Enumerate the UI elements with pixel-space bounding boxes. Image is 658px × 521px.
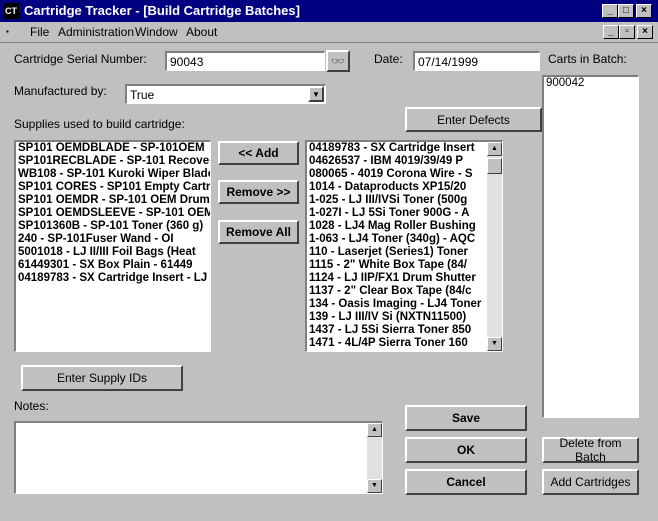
list-item[interactable]: 1471 - 4L/4P Sierra Toner 160 — [307, 337, 487, 350]
list-item[interactable]: 1-027I - LJ 5Si Toner 900G - A — [307, 207, 487, 220]
supplies-used-list[interactable]: SP101 OEMDBLADE - SP-101OEM SP101RECBLAD… — [14, 140, 211, 352]
scroll-thumb[interactable] — [487, 158, 502, 174]
list-item[interactable]: 1115 - 2" White Box Tape (84/ — [307, 259, 487, 272]
delete-from-batch-button[interactable]: Delete from Batch — [542, 436, 639, 464]
list-item[interactable]: SP101 OEMDR - SP-101 OEM Drum — [16, 194, 210, 207]
list-item[interactable]: 1124 - LJ IIP/FX1 Drum Shutter — [307, 272, 487, 285]
add-button[interactable]: << Add — [218, 141, 299, 165]
list-item[interactable]: 04189783 - SX Cartridge Insert - LJ — [16, 272, 210, 285]
ok-button[interactable]: OK — [405, 437, 527, 463]
binoculars-icon[interactable]: 👓 — [326, 50, 350, 72]
scroll-down-icon[interactable]: ▼ — [487, 337, 502, 351]
child-restore-icon[interactable]: ▫ — [619, 25, 635, 39]
list-item[interactable]: SP101RECBLADE - SP-101 Recovery — [16, 155, 210, 168]
serial-label: Cartridge Serial Number: — [14, 52, 147, 66]
manufactured-label: Manufactured by: — [14, 84, 107, 98]
menu-bar: ▪ File Administration Window About _ ▫ × — [0, 22, 658, 43]
remove-button[interactable]: Remove >> — [218, 180, 299, 204]
chevron-down-icon[interactable]: ▼ — [308, 86, 324, 102]
carts-in-batch-list[interactable]: 900042 — [542, 75, 639, 418]
document-icon[interactable]: ▪ — [6, 25, 20, 38]
cart-item[interactable]: 900042 — [544, 77, 638, 90]
manufactured-value: True — [130, 88, 155, 102]
list-item[interactable]: 080065 - 4019 Corona Wire - S — [307, 168, 487, 181]
scroll-up-icon[interactable]: ▲ — [487, 142, 502, 156]
app-icon: CT — [3, 3, 19, 19]
title-bar: CT Cartridge Tracker - [Build Cartridge … — [0, 0, 658, 22]
list-item[interactable]: 1437 - LJ 5Si Sierra Toner 850 — [307, 324, 487, 337]
list-item[interactable]: SP101360B - SP-101 Toner (360 g) — [16, 220, 210, 233]
supplies-scrollbar[interactable]: ▲ ▼ — [487, 142, 502, 351]
list-item[interactable]: SP101 CORES - SP101 Empty Cartridge — [16, 181, 210, 194]
list-item[interactable]: WB108 - SP-101 Kuroki Wiper Blade — [16, 168, 210, 181]
scroll-up-icon[interactable]: ▲ — [367, 423, 382, 437]
child-close-icon[interactable]: × — [637, 25, 653, 39]
list-item[interactable]: 1137 - 2" Clear Box Tape (84/c — [307, 285, 487, 298]
date-label: Date: — [374, 52, 403, 66]
list-item[interactable]: 139 - LJ III/IV Si (NXTN11500) — [307, 311, 487, 324]
remove-all-button[interactable]: Remove All — [218, 220, 299, 244]
window-title: Cartridge Tracker - [Build Cartridge Bat… — [24, 3, 300, 18]
menu-window[interactable]: Window — [135, 25, 178, 39]
list-item[interactable]: 04626537 - IBM 4019/39/49 P — [307, 155, 487, 168]
serial-number-input[interactable]: 90043 — [165, 51, 325, 71]
list-item[interactable]: 5001018 - LJ II/III Foil Bags (Heat — [16, 246, 210, 259]
menu-file[interactable]: File — [30, 25, 49, 39]
supplies-available-list[interactable]: 04189783 - SX Cartridge Insert 04626537 … — [305, 140, 503, 352]
save-button[interactable]: Save — [405, 405, 527, 431]
supplies-label: Supplies used to build cartridge: — [14, 117, 185, 131]
date-input[interactable]: 07/14/1999 — [413, 51, 540, 71]
enter-supply-ids-button[interactable]: Enter Supply IDs — [21, 365, 183, 391]
manufactured-select[interactable]: True — [125, 84, 326, 104]
notes-scrollbar[interactable]: ▲ ▼ — [367, 423, 382, 493]
menu-about[interactable]: About — [186, 25, 217, 39]
list-item[interactable]: 240 - SP-101Fuser Wand - OI — [16, 233, 210, 246]
minimize-icon[interactable]: _ — [602, 4, 618, 18]
list-item[interactable]: 61449301 - SX Box Plain - 61449 — [16, 259, 210, 272]
notes-textarea[interactable]: ▲ ▼ — [14, 421, 383, 494]
close-icon[interactable]: × — [636, 4, 652, 18]
list-item[interactable]: 110 - Laserjet (Series1) Toner — [307, 246, 487, 259]
add-cartridges-button[interactable]: Add Cartridges — [542, 469, 639, 495]
notes-label: Notes: — [14, 399, 49, 413]
cancel-button[interactable]: Cancel — [405, 469, 527, 495]
list-item[interactable]: 134 - Oasis Imaging - LJ4 Toner — [307, 298, 487, 311]
maximize-icon[interactable]: □ — [618, 4, 634, 18]
list-item[interactable]: SP101 OEMDSLEEVE - SP-101 OEM — [16, 207, 210, 220]
carts-in-batch-label: Carts in Batch: — [548, 52, 627, 66]
child-minimize-icon[interactable]: _ — [603, 25, 619, 39]
list-item[interactable]: 1-063 - LJ4 Toner (340g) - AQC — [307, 233, 487, 246]
list-item[interactable]: 1-025 - LJ III/IVSi Toner (500g — [307, 194, 487, 207]
menu-administration[interactable]: Administration — [58, 25, 134, 39]
enter-defects-button[interactable]: Enter Defects — [405, 107, 542, 132]
list-item[interactable]: 04189783 - SX Cartridge Insert — [307, 142, 487, 155]
scroll-down-icon[interactable]: ▼ — [367, 479, 382, 493]
list-item[interactable]: SP101 OEMDBLADE - SP-101OEM — [16, 142, 210, 155]
list-item[interactable]: 1014 - Dataproducts XP15/20 — [307, 181, 487, 194]
list-item[interactable]: 1028 - LJ4 Mag Roller Bushing — [307, 220, 487, 233]
